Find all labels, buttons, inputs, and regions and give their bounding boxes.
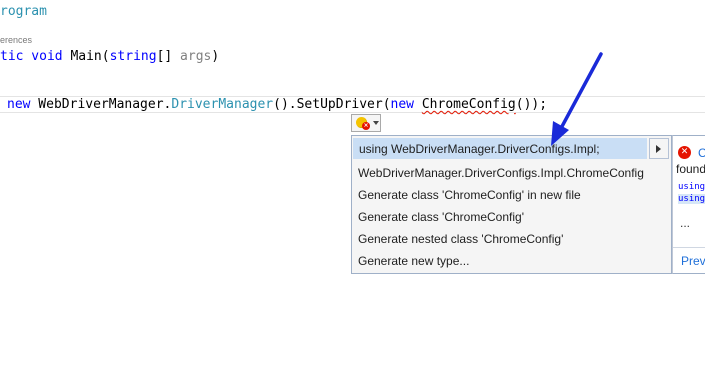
arrow-head bbox=[551, 121, 569, 146]
annotation-arrow bbox=[551, 52, 603, 146]
arrow-shaft bbox=[557, 52, 603, 134]
